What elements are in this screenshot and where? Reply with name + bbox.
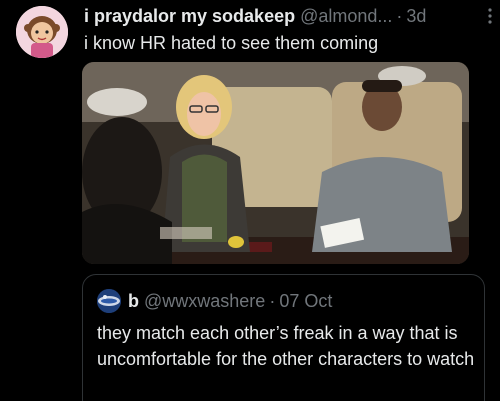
quoted-author-display-name[interactable]: b — [128, 289, 139, 313]
quoted-tweet-header: b @wwxwashere · 07 Oct — [97, 289, 332, 313]
quoted-author-handle[interactable]: @wwxwashere — [144, 289, 265, 313]
tweet-media-image[interactable] — [82, 62, 469, 264]
cartoon-girl-avatar-icon — [16, 6, 68, 58]
tweet-header: i praydalor my sodakeep @almond... · 3d — [84, 4, 494, 28]
author-avatar[interactable] — [16, 6, 68, 58]
author-display-name[interactable]: i praydalor my sodakeep — [84, 4, 295, 28]
quoted-author-avatar[interactable] — [97, 289, 121, 313]
author-handle[interactable]: @almond... — [300, 4, 392, 28]
quoted-tweet-timestamp[interactable]: 07 Oct — [279, 289, 332, 313]
quoted-tweet[interactable]: b @wwxwashere · 07 Oct they match each o… — [82, 274, 485, 401]
more-options-icon — [488, 8, 492, 24]
blue-globe-avatar-icon — [97, 289, 121, 313]
separator-dot: · — [396, 6, 403, 26]
tweet: i praydalor my sodakeep @almond... · 3d … — [0, 0, 500, 401]
more-options-button[interactable] — [480, 6, 500, 26]
tweet-text: i know HR hated to see them coming — [84, 33, 379, 53]
separator-dot: · — [269, 291, 276, 311]
tweet-timestamp[interactable]: 3d — [406, 4, 426, 28]
airplane-cabin-photo — [82, 62, 469, 264]
quoted-tweet-text: they match each other’s freak in a way t… — [97, 323, 475, 369]
